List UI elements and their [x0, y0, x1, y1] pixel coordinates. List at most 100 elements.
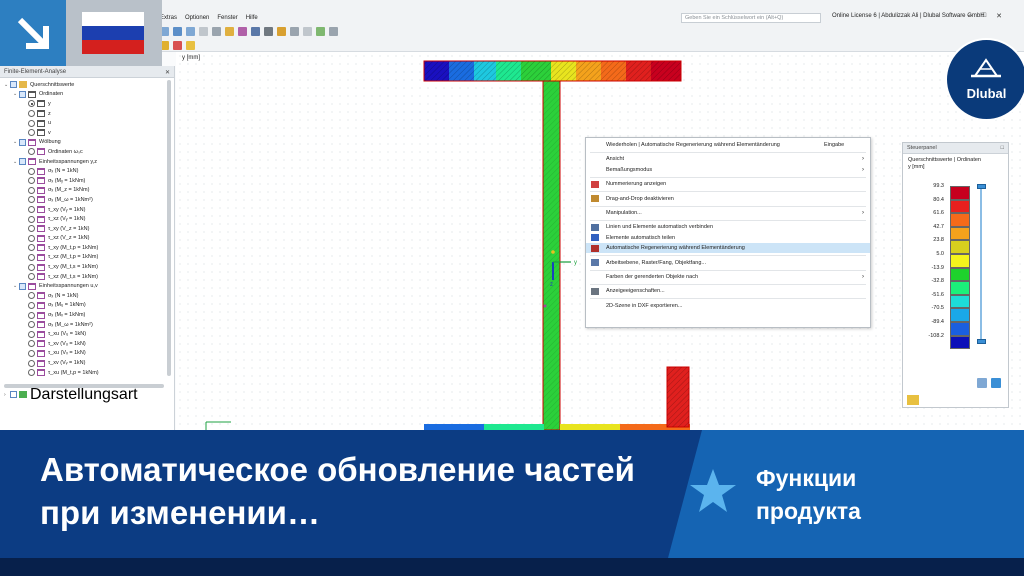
- tree-item[interactable]: τ_xu (Vᵥ = 1kN): [0, 349, 174, 359]
- tree-item[interactable]: σₓ (M_ω = 1kNm²): [0, 195, 174, 205]
- delete-icon[interactable]: [173, 40, 182, 50]
- legend-slider-top-handle[interactable]: [977, 184, 986, 189]
- tree-item[interactable]: σₓ (N = 1kN): [0, 291, 174, 301]
- search-input[interactable]: Geben Sie ein Schlüsselwort ein (Alt+Q): [681, 13, 821, 23]
- display-icon[interactable]: [186, 40, 195, 50]
- menu-hilfe[interactable]: Hilfe: [246, 15, 258, 21]
- settings-icon[interactable]: [991, 378, 1001, 388]
- result-icon[interactable]: [316, 26, 325, 36]
- context-menu-item[interactable]: Automatische Regenerierung während Eleme…: [586, 243, 870, 254]
- menu-extras[interactable]: Extras: [160, 15, 177, 21]
- panel-close-icon[interactable]: ✕: [165, 69, 170, 76]
- tree-item[interactable]: τ_xy (M_t,s = 1kNm): [0, 262, 174, 272]
- context-menu-item[interactable]: Bemaßungsmodus ›: [586, 165, 870, 175]
- tree-item[interactable]: z: [0, 109, 174, 119]
- radio-button[interactable]: [28, 292, 35, 300]
- tree-item[interactable]: τ_xy (M_t,p = 1kNm): [0, 243, 174, 253]
- radio-button[interactable]: [28, 244, 35, 252]
- tree-item[interactable]: σₓ (M_z = 1kNm): [0, 186, 174, 196]
- tree-item[interactable]: τ_xz (M_t,s = 1kNm): [0, 272, 174, 282]
- radio-button[interactable]: [28, 234, 35, 242]
- radio-button[interactable]: [28, 273, 35, 281]
- tree-item[interactable]: σₓ (Mᵧ = 1kNm): [0, 176, 174, 186]
- horizontal-scrollbar[interactable]: [4, 384, 164, 388]
- context-menu-item[interactable]: Anzeigeeigenschaften...: [586, 286, 870, 296]
- legend-tab-icon[interactable]: [907, 395, 919, 405]
- tree-item[interactable]: ⌄ Ordinaten: [0, 90, 174, 100]
- menu-fenster[interactable]: Fenster: [217, 15, 237, 21]
- context-menu-item[interactable]: Ansicht ›: [586, 154, 870, 164]
- tree-item[interactable]: v: [0, 128, 174, 138]
- tree-item[interactable]: τ_xu (M_t,p = 1kNm): [0, 368, 174, 378]
- vertical-scrollbar[interactable]: [167, 80, 171, 376]
- radio-button[interactable]: [28, 359, 35, 367]
- radio-button[interactable]: [28, 369, 35, 377]
- tree-item[interactable]: σₓ (Mᵤ = 1kNm): [0, 301, 174, 311]
- radio-button[interactable]: [28, 167, 35, 175]
- tree-item[interactable]: σₓ (Mᵥ = 1kNm): [0, 310, 174, 320]
- tree-item[interactable]: ⌄ Querschnittswerte: [0, 80, 174, 90]
- tree-item-darstellungsart[interactable]: › Darstellungsart: [0, 386, 138, 403]
- context-menu-item[interactable]: Linien und Elemente automatisch verbinde…: [586, 222, 870, 232]
- minimize-icon[interactable]: –: [968, 12, 972, 20]
- radio-button[interactable]: [28, 119, 35, 127]
- tree-item[interactable]: ⌄ Einheitsspannungen y,z: [0, 157, 174, 167]
- context-menu-item[interactable]: Elemente automatisch teilen: [586, 233, 870, 243]
- radio-button[interactable]: [28, 311, 35, 319]
- radio-button[interactable]: [28, 110, 35, 118]
- radio-button[interactable]: [28, 196, 35, 204]
- tree-item[interactable]: τ_xy (Vᵧ = 1kN): [0, 205, 174, 215]
- radio-button[interactable]: [28, 330, 35, 338]
- view4-icon[interactable]: [199, 26, 208, 36]
- tree-item[interactable]: u: [0, 118, 174, 128]
- tree-item[interactable]: y: [0, 99, 174, 109]
- checkbox[interactable]: [19, 282, 26, 290]
- section-icon[interactable]: [251, 26, 260, 36]
- close-icon[interactable]: ✕: [996, 12, 1002, 20]
- radio-button[interactable]: [28, 225, 35, 233]
- legend-slider-track[interactable]: [980, 186, 982, 343]
- table-icon[interactable]: [303, 26, 312, 36]
- tree-item[interactable]: τ_xv (Vᵤ = 1kN): [0, 339, 174, 349]
- radio-button[interactable]: [28, 263, 35, 271]
- select-icon[interactable]: [264, 26, 273, 36]
- radio-button[interactable]: [28, 206, 35, 214]
- context-menu-item[interactable]: Nummerierung anzeigen: [586, 179, 870, 189]
- checkbox[interactable]: [19, 90, 26, 98]
- tree-item[interactable]: τ_xv (Vᵥ = 1kN): [0, 358, 174, 368]
- tree-item[interactable]: τ_xu (Vᵤ = 1kN): [0, 329, 174, 339]
- snap-icon[interactable]: [225, 26, 234, 36]
- radio-button[interactable]: [28, 186, 35, 194]
- color-icon[interactable]: [277, 26, 286, 36]
- context-menu-item[interactable]: 2D-Szene in DXF exportieren...: [586, 301, 870, 311]
- control-panel-close-icon[interactable]: □: [1001, 145, 1004, 151]
- radio-button[interactable]: [28, 340, 35, 348]
- legend-slider-bottom-handle[interactable]: [977, 339, 986, 344]
- tree-item[interactable]: τ_xz (M_t,p = 1kNm): [0, 253, 174, 263]
- top-flange[interactable]: [423, 60, 682, 82]
- checkbox[interactable]: [19, 138, 26, 146]
- view3-icon[interactable]: [186, 26, 195, 36]
- web[interactable]: [542, 80, 561, 430]
- menu-optionen[interactable]: Optionen: [185, 15, 209, 21]
- tree-item[interactable]: σₓ (M_ω = 1kNm²): [0, 320, 174, 330]
- grid-icon[interactable]: [290, 26, 299, 36]
- radio-button[interactable]: [28, 177, 35, 185]
- tree-item[interactable]: σₓ (N = 1kN): [0, 166, 174, 176]
- radio-button[interactable]: [28, 349, 35, 357]
- view2-icon[interactable]: [173, 26, 182, 36]
- tree-item[interactable]: ⌄ Wölbung: [0, 138, 174, 148]
- radio-button[interactable]: [28, 100, 35, 108]
- context-menu-item[interactable]: Arbeitsebene, Raster/Fang, Objektfang...: [586, 258, 870, 268]
- tool-icon[interactable]: [329, 26, 338, 36]
- radio-button[interactable]: [28, 301, 35, 309]
- context-menu-item[interactable]: Manipulation... ›: [586, 208, 870, 218]
- context-menu-item[interactable]: Wiederholen | Automatische Regenerierung…: [586, 140, 870, 150]
- checkbox[interactable]: [10, 81, 17, 89]
- maximize-icon[interactable]: □: [982, 12, 986, 20]
- tree-item[interactable]: τ_xz (Vᵧ = 1kN): [0, 214, 174, 224]
- tree-item[interactable]: τ_xy (V_z = 1kN): [0, 224, 174, 234]
- tree-item[interactable]: τ_xz (V_z = 1kN): [0, 234, 174, 244]
- tree-item[interactable]: ⌄ Einheitsspannungen u,v: [0, 281, 174, 291]
- checkbox[interactable]: [19, 158, 26, 166]
